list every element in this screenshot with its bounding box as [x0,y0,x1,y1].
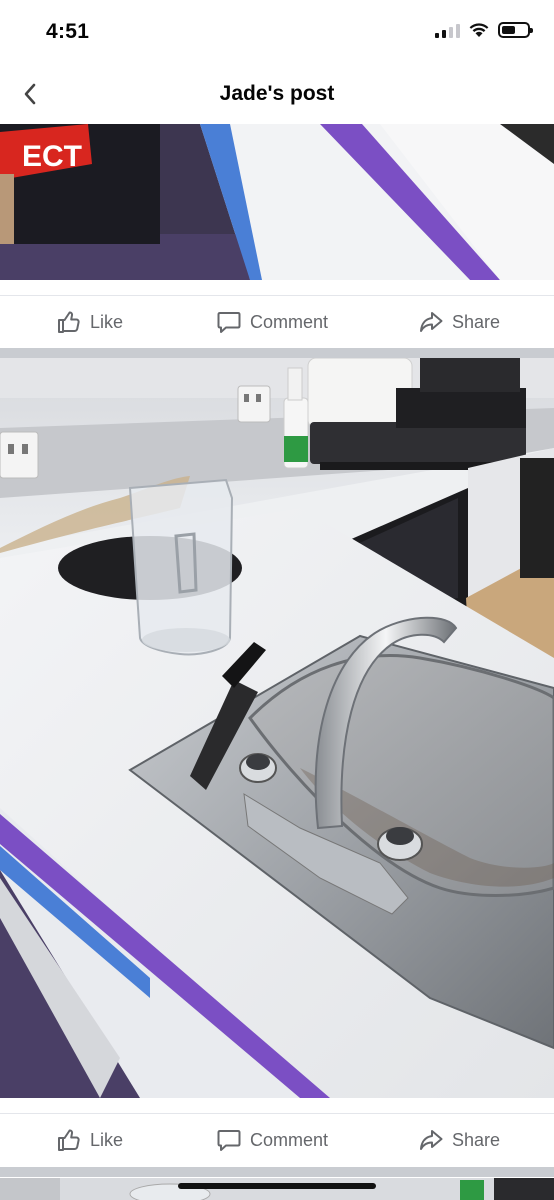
banner-text: ECT [22,140,82,173]
speech-bubble-icon [217,1130,241,1151]
post-action-bar: Like Comment Share [0,1113,554,1167]
nav-bar: Jade's post [0,62,554,124]
battery-icon [498,22,533,38]
post-photo[interactable] [0,358,554,1098]
post-photo[interactable] [0,1178,554,1200]
share-button[interactable]: Share [418,309,500,335]
share-arrow-icon [420,1130,443,1150]
like-label: Like [90,311,124,332]
comment-button[interactable]: Comment [216,1127,328,1153]
share-button[interactable]: Share [418,1127,500,1153]
comment-label: Comment [250,311,329,332]
page-title: Jade's post [219,82,335,105]
share-label: Share [452,1129,501,1150]
speech-bubble-icon [217,312,241,333]
post-photo[interactable]: ECT [0,124,554,280]
like-button[interactable]: Like [56,1127,123,1153]
comment-button[interactable]: Comment [216,309,328,335]
like-button[interactable]: Like [56,309,123,335]
comment-label: Comment [250,1129,329,1150]
post-divider [0,348,554,358]
post-action-bar: Like Comment Share [0,295,554,349]
thumbs-up-icon [58,311,80,333]
share-label: Share [452,311,501,332]
wifi-icon [469,23,489,37]
thumbs-up-icon [58,1129,80,1151]
like-label: Like [90,1129,124,1150]
share-arrow-icon [420,312,443,332]
status-time: 4:51 [46,20,90,43]
status-icons [435,22,533,38]
post-divider [0,1167,554,1177]
status-bar: 4:51 [0,0,554,62]
home-indicator[interactable] [178,1183,376,1189]
cellular-signal-icon [435,22,460,38]
